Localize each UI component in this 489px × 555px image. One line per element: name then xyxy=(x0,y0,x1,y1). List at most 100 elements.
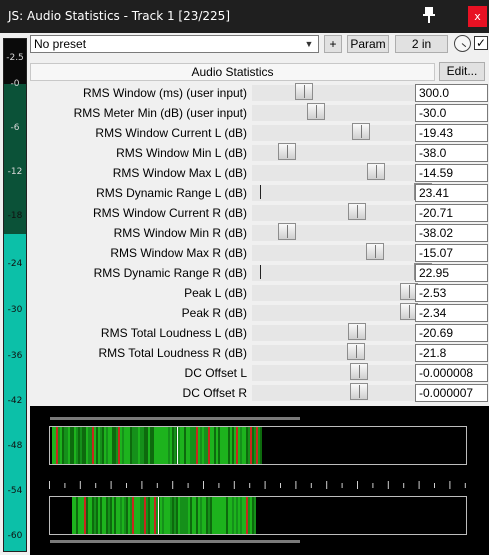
waveform-bar xyxy=(188,497,190,534)
waveform-bar xyxy=(100,497,102,534)
edit-button[interactable]: Edit... xyxy=(439,62,485,81)
waveform-bar xyxy=(158,427,160,464)
slider-value-field[interactable]: 23.41 xyxy=(415,184,488,202)
slider-value-field[interactable]: -21.8 xyxy=(415,344,488,362)
ruler-tick xyxy=(372,483,374,488)
slider-track[interactable] xyxy=(252,325,442,341)
ruler-tick xyxy=(233,481,235,489)
bypass-checkbox[interactable]: ✓ xyxy=(474,36,488,50)
waveform-bar xyxy=(122,497,124,534)
waveform-bar xyxy=(110,497,112,534)
meter-tick-label: -36 xyxy=(7,351,23,361)
io-button[interactable]: 2 in xyxy=(395,35,448,53)
param-button[interactable]: Param xyxy=(347,35,389,53)
slider-thumb[interactable] xyxy=(348,323,367,340)
preset-select[interactable]: No preset ▼ xyxy=(30,35,319,53)
waveform-bar xyxy=(178,497,180,534)
slider-thumb[interactable] xyxy=(295,83,313,100)
slider-row: RMS Window Max R (dB) -15.07 xyxy=(30,243,489,263)
slider-value-field[interactable]: 300.0 xyxy=(415,84,488,102)
ruler-tick xyxy=(387,481,389,489)
waveform-bar xyxy=(116,497,118,534)
slider-label: RMS Total Loudness R (dB) xyxy=(98,346,247,360)
waveform-bar xyxy=(206,497,208,534)
slider-value-field[interactable]: -0.000008 xyxy=(415,364,488,382)
waveform-bar xyxy=(218,497,220,534)
waveform-bar xyxy=(64,427,66,464)
slider-row: RMS Meter Min (dB) (user input) -30.0 xyxy=(30,103,489,123)
slider-track[interactable] xyxy=(252,365,442,381)
waveform-bar xyxy=(114,427,116,464)
meter-tick-label: -2.5 xyxy=(6,53,24,63)
title-bar: JS: Audio Statistics - Track 1 [23/225] … xyxy=(0,0,489,33)
slider-thumb[interactable] xyxy=(277,223,296,240)
slider-thumb[interactable] xyxy=(350,383,369,400)
slider-value-field[interactable]: -0.000007 xyxy=(415,384,488,402)
close-button[interactable]: x xyxy=(468,6,487,27)
slider-label: DC Offset L xyxy=(184,366,247,380)
slider-value-field[interactable]: 22.95 xyxy=(415,264,488,282)
slider-thumb[interactable] xyxy=(277,143,296,160)
waveform-bar xyxy=(168,497,170,534)
meter-tick-label: -12 xyxy=(7,167,23,177)
waveform-bar xyxy=(150,497,152,534)
waveform-bar xyxy=(162,427,164,464)
bottom-scrollbar[interactable] xyxy=(50,540,300,543)
waveform-bar xyxy=(194,497,196,534)
slider-track[interactable] xyxy=(252,385,442,401)
waveform-bar xyxy=(240,497,242,534)
slider-value-field[interactable]: -20.69 xyxy=(415,324,488,342)
playhead-line xyxy=(177,427,178,464)
window-title: JS: Audio Statistics - Track 1 [23/225] xyxy=(8,9,230,23)
waveform-bar xyxy=(172,497,174,534)
slider-value-field[interactable]: -20.71 xyxy=(415,204,488,222)
slider-value-field[interactable]: -2.34 xyxy=(415,304,488,322)
slider-thumb[interactable] xyxy=(348,203,367,220)
slider-label: RMS Total Loudness L (dB) xyxy=(100,326,247,340)
slider-thumb[interactable] xyxy=(365,243,384,260)
waveform-bar xyxy=(98,497,100,534)
slider-thumb[interactable] xyxy=(346,343,365,360)
waveform-bar xyxy=(246,427,248,464)
waveform-bar xyxy=(212,427,214,464)
ruler-tick xyxy=(434,483,435,488)
slider-thumb[interactable] xyxy=(307,103,326,120)
slider-row: RMS Dynamic Range R (dB) 22.95 xyxy=(30,263,489,283)
slider-value-field[interactable]: -38.0 xyxy=(415,144,488,162)
waveform-bar xyxy=(232,427,234,464)
top-scrollbar[interactable] xyxy=(50,417,300,420)
slider-label: Peak L (dB) xyxy=(184,286,247,300)
slider-value-field[interactable]: -38.02 xyxy=(415,224,488,242)
waveform-bar xyxy=(132,427,134,464)
slider-value-field[interactable]: -14.59 xyxy=(415,164,488,182)
slider-thumb[interactable] xyxy=(351,123,370,140)
waveform-bar xyxy=(94,497,96,534)
ruler-tick xyxy=(156,483,158,488)
slider-value-field[interactable]: -2.53 xyxy=(415,284,488,302)
add-preset-button[interactable]: + xyxy=(324,35,342,53)
slider-track[interactable] xyxy=(252,105,442,121)
slider-value-field[interactable]: -19.43 xyxy=(415,124,488,142)
slider-row: DC Offset L -0.000008 xyxy=(30,363,489,383)
slider-thumb[interactable] xyxy=(367,163,386,180)
slider-track[interactable] xyxy=(252,125,442,141)
slider-track[interactable] xyxy=(252,85,442,101)
waveform-bar xyxy=(242,497,244,534)
waveform-bar xyxy=(208,427,210,464)
slider-track[interactable] xyxy=(252,245,442,261)
slider-value-field[interactable]: -15.07 xyxy=(415,244,488,262)
waveform-bar xyxy=(228,427,230,464)
waveform-bar xyxy=(100,427,102,464)
wet-knob-icon[interactable] xyxy=(454,35,471,52)
waveform-bar xyxy=(200,427,202,464)
waveform-bar xyxy=(80,427,82,464)
ruler-tick xyxy=(203,481,204,489)
slider-track[interactable] xyxy=(252,205,442,221)
waveform-bar xyxy=(254,427,256,464)
ruler-tick xyxy=(403,483,405,488)
slider-value-field[interactable]: -30.0 xyxy=(415,104,488,122)
slider-row: RMS Window Current L (dB) -19.43 xyxy=(30,123,489,143)
slider-track[interactable] xyxy=(252,165,442,181)
slider-thumb[interactable] xyxy=(350,363,369,380)
pin-icon[interactable] xyxy=(418,4,440,26)
